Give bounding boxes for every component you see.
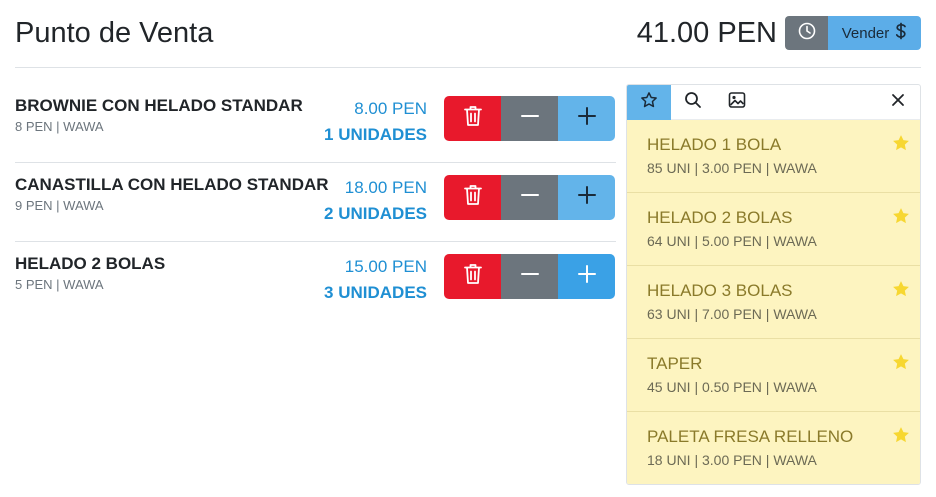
minus-icon [520, 186, 539, 209]
product-meta: 85 UNI | 3.00 PEN | WAWA [647, 160, 817, 176]
cart-row: BROWNIE CON HELADO STANDAR 8 PEN | WAWA … [15, 84, 616, 163]
cart-item-actions [444, 175, 615, 220]
cart-row: CANASTILLA CON HELADO STANDAR 9 PEN | WA… [15, 163, 616, 242]
delete-button[interactable] [444, 175, 501, 220]
cart-item-actions [444, 254, 615, 299]
cart-item-meta: 9 PEN | WAWA [15, 198, 104, 213]
search-icon [684, 91, 702, 114]
cart-list: BROWNIE CON HELADO STANDAR 8 PEN | WAWA … [15, 84, 616, 321]
increase-button[interactable] [558, 254, 615, 299]
cart-item-name: HELADO 2 BOLAS [15, 254, 166, 273]
image-icon [728, 91, 746, 114]
sell-button-label: Vender [841, 24, 890, 42]
product-meta: 64 UNI | 5.00 PEN | WAWA [647, 233, 817, 249]
plus-icon [577, 265, 596, 288]
cart-item-price: 18.00 PEN [344, 178, 427, 197]
decrease-button[interactable] [501, 175, 558, 220]
close-panel-button[interactable] [876, 85, 920, 120]
product-panel: HELADO 1 BOLA 85 UNI | 3.00 PEN | WAWA H… [626, 84, 921, 485]
star-icon [640, 91, 658, 114]
increase-button[interactable] [558, 96, 615, 141]
star-icon[interactable] [891, 425, 911, 450]
cart-item-units: 1 UNIDADES [324, 125, 427, 144]
cart-item-name: BROWNIE CON HELADO STANDAR [15, 96, 303, 115]
panel-tabs [627, 85, 920, 120]
cart-item-name: CANASTILLA CON HELADO STANDAR [15, 175, 329, 194]
header: Punto de Venta 41.00 PEN Vender [15, 0, 921, 68]
product-name: HELADO 3 BOLAS [647, 281, 793, 300]
cart-item-meta: 8 PEN | WAWA [15, 119, 104, 134]
product-name: TAPER [647, 354, 703, 373]
cart-item-price: 15.00 PEN [344, 257, 427, 276]
close-icon [891, 93, 905, 112]
trash-icon [463, 184, 482, 211]
decrease-button[interactable] [501, 254, 558, 299]
cart-item-units: 3 UNIDADES [324, 283, 427, 302]
tab-search[interactable] [671, 85, 715, 120]
decrease-button[interactable] [501, 96, 558, 141]
cart-row: HELADO 2 BOLAS 5 PEN | WAWA 15.00 PEN 3 … [15, 242, 616, 321]
delete-button[interactable] [444, 254, 501, 299]
product-name: HELADO 2 BOLAS [647, 208, 793, 227]
history-button[interactable] [785, 16, 829, 50]
increase-button[interactable] [558, 175, 615, 220]
product-meta: 63 UNI | 7.00 PEN | WAWA [647, 306, 817, 322]
dollar-icon [895, 22, 907, 44]
plus-icon [577, 186, 596, 209]
cart-item-units: 2 UNIDADES [324, 204, 427, 223]
cart-total: 41.00 PEN [636, 17, 777, 49]
cart-item-price: 8.00 PEN [354, 99, 427, 118]
product-item[interactable]: HELADO 1 BOLA 85 UNI | 3.00 PEN | WAWA [627, 120, 920, 193]
star-icon[interactable] [891, 133, 911, 158]
star-icon[interactable] [891, 352, 911, 377]
minus-icon [520, 265, 539, 288]
delete-button[interactable] [444, 96, 501, 141]
product-item[interactable]: PALETA FRESA RELLENO 18 UNI | 3.00 PEN |… [627, 412, 920, 484]
product-name: PALETA FRESA RELLENO [647, 427, 854, 446]
trash-icon [463, 105, 482, 132]
cart-item-actions [444, 96, 615, 141]
cart-item-meta: 5 PEN | WAWA [15, 277, 104, 292]
page-title: Punto de Venta [15, 17, 214, 49]
trash-icon [463, 263, 482, 290]
tab-favorites[interactable] [627, 85, 671, 120]
star-icon[interactable] [891, 279, 911, 304]
plus-icon [577, 107, 596, 130]
product-item[interactable]: HELADO 3 BOLAS 63 UNI | 7.00 PEN | WAWA [627, 266, 920, 339]
tab-images[interactable] [715, 85, 759, 120]
product-meta: 45 UNI | 0.50 PEN | WAWA [647, 379, 817, 395]
product-item[interactable]: HELADO 2 BOLAS 64 UNI | 5.00 PEN | WAWA [627, 193, 920, 266]
clock-icon [798, 22, 816, 45]
minus-icon [520, 107, 539, 130]
product-name: HELADO 1 BOLA [647, 135, 782, 154]
star-icon[interactable] [891, 206, 911, 231]
product-meta: 18 UNI | 3.00 PEN | WAWA [647, 452, 817, 468]
product-item[interactable]: TAPER 45 UNI | 0.50 PEN | WAWA [627, 339, 920, 412]
sell-button[interactable]: Vender [828, 16, 921, 50]
